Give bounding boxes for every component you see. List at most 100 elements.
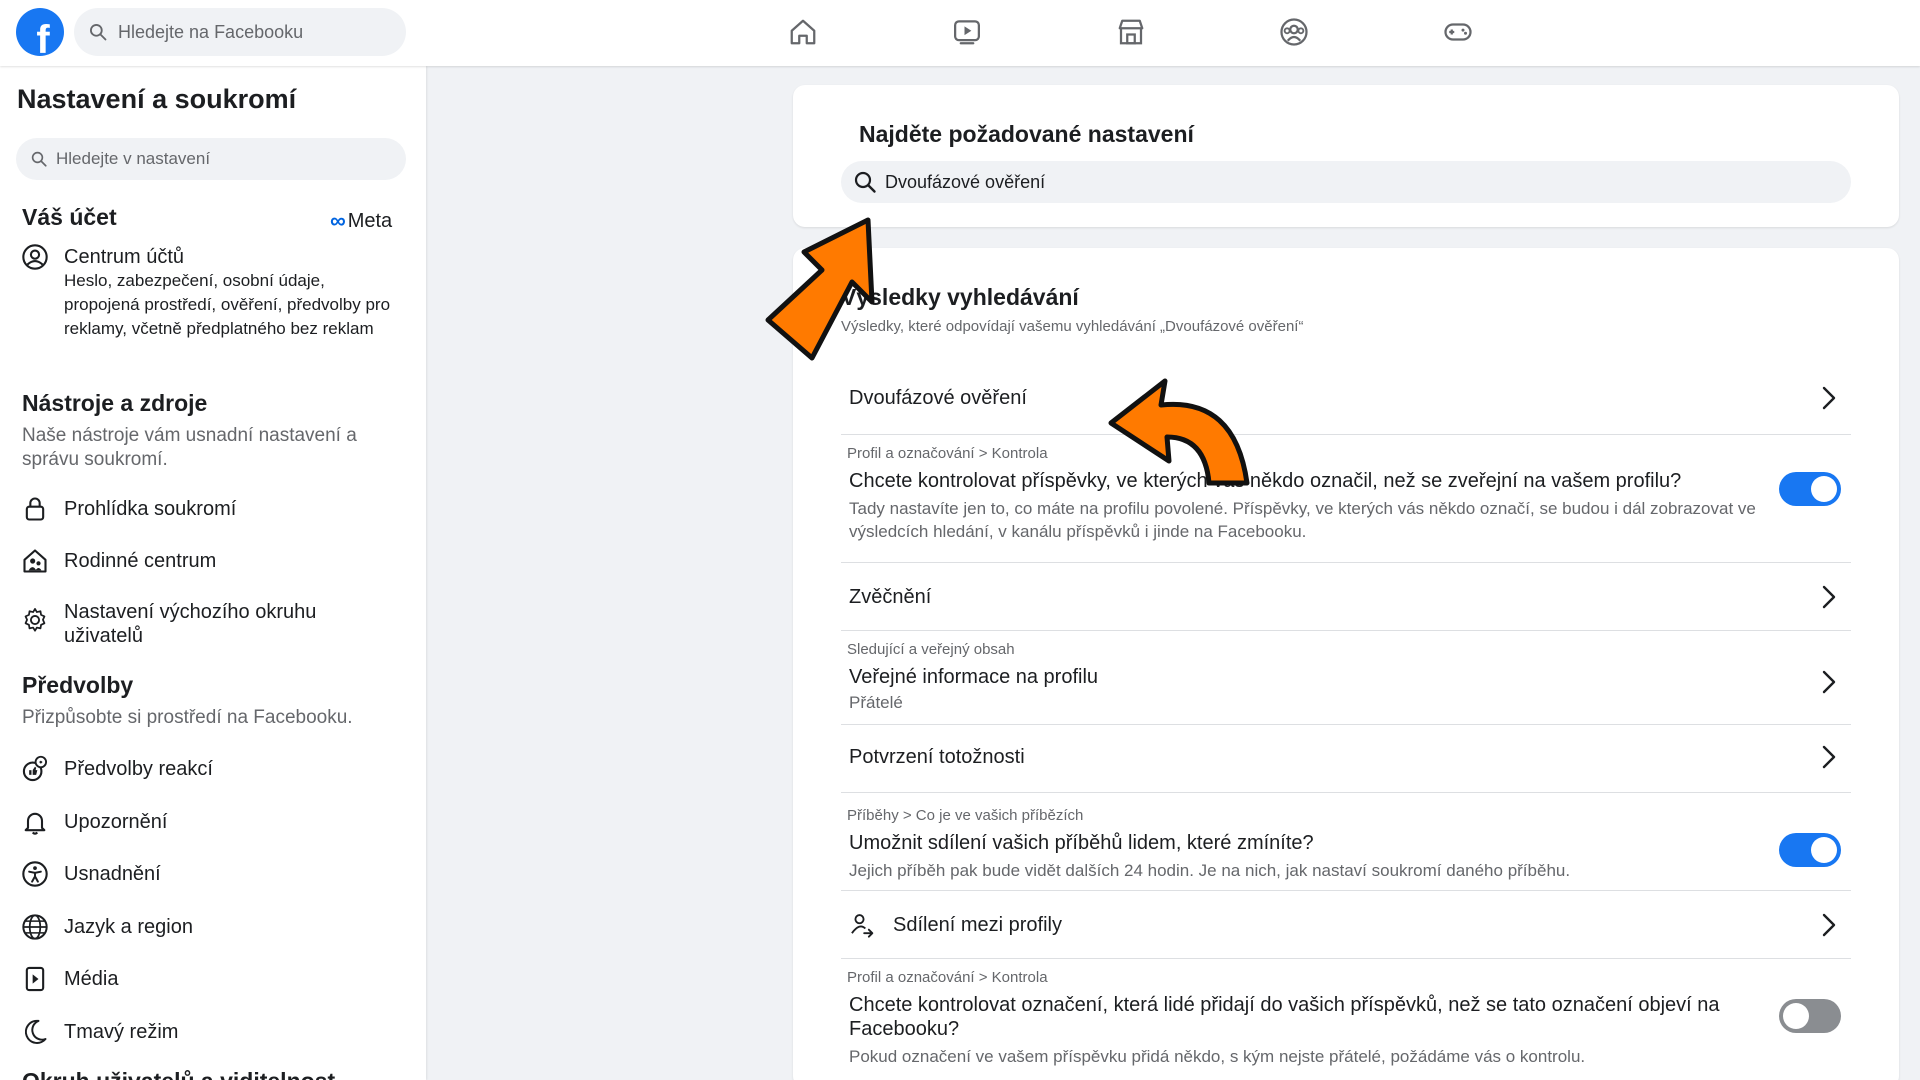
sidebar-item-default-audience[interactable]: Nastavení výchozího okruhu uživatelů [20,597,410,648]
result-row-public-profile-info[interactable]: Sledující a veřejný obsah Veřejné inform… [841,630,1851,724]
groups-icon [1280,18,1308,46]
story-sharing-toggle[interactable] [1779,833,1841,867]
result-title: Chcete kontrolovat označení, která lidé … [849,994,1720,1040]
home-icon [790,19,816,45]
gear-icon [24,608,46,632]
annotation-arrow-curved [1108,378,1250,486]
chevron-right-icon [1819,582,1839,612]
tools-description: Naše nástroje vám usnadní nastavení a sp… [22,425,357,470]
result-breadcrumb: Příběhy > Co je ve vašich příbězích [847,807,1084,824]
review-tags-toggle[interactable] [1779,999,1841,1033]
sidebar-title: Nastavení a soukromí [17,84,297,114]
nav-marketplace[interactable] [1113,14,1149,50]
result-row-review-tagged-posts[interactable]: Profil a označování > Kontrola Chcete ko… [841,434,1851,562]
profile-share-icon [851,914,874,938]
annotation-arrow-straight [765,217,875,361]
result-row-review-tags[interactable]: Profil a označování > Kontrola Chcete ko… [841,958,1851,1080]
find-setting-card: Najděte požadované nastavení Dvoufázové … [793,85,1899,227]
search-icon [854,171,876,193]
family-home-icon [23,549,47,573]
chevron-right-icon [1819,383,1839,413]
sidebar-item-label: Média [64,968,119,990]
settings-search-input[interactable]: Hledejte v nastavení [16,138,406,180]
video-icon [954,20,980,45]
find-setting-input[interactable]: Dvoufázové ověření [841,161,1851,203]
search-placeholder: Hledejte na Facebooku [118,21,304,42]
sidebar-item-label: Předvolby reakcí [64,758,213,780]
sidebar-item-label: Usnadnění [64,863,161,885]
result-row-memorialization[interactable]: Zvěčnění [841,562,1851,630]
preferences-heading: Předvolby [22,672,134,698]
nav-groups[interactable] [1276,14,1312,50]
result-breadcrumb: Sledující a veřejný obsah [847,641,1015,658]
facebook-search-input[interactable]: Hledejte na Facebooku [74,8,406,56]
result-title: Umožnit sdílení vašich příběhů lidem, kt… [849,832,1314,854]
sidebar-item-notifications[interactable]: Upozornění [20,807,410,837]
nav-home[interactable] [785,14,821,50]
result-row-story-sharing[interactable]: Příběhy > Co je ve vašich příbězích Umož… [841,792,1851,890]
account-heading: Váš účet [22,204,117,230]
accessibility-icon [22,861,48,887]
sidebar-item-language-region[interactable]: Jazyk a region [20,912,410,942]
sidebar-item-media[interactable]: Média [20,964,410,994]
chevron-right-icon [1819,742,1839,772]
sidebar-item-accounts-center[interactable]: Centrum účtů Heslo, zabezpečení, osobní … [20,242,410,341]
result-title: Sdílení mezi profily [893,914,1062,936]
chevron-right-icon [1819,667,1839,697]
sidebar-item-reaction-prefs[interactable]: Předvolby reakcí [20,754,410,784]
result-row-cross-profile-sharing[interactable]: Sdílení mezi profily [841,890,1851,958]
tools-heading: Nástroje a zdroje [22,390,208,416]
search-query: Dvoufázové ověření [885,171,1046,192]
sidebar-item-family-center[interactable]: Rodinné centrum [20,546,410,576]
moon-icon [24,1019,47,1044]
bell-icon [24,812,46,835]
chevron-right-icon [1819,910,1839,940]
result-title: Zvěčnění [849,586,932,608]
audience-heading: Okruh uživatelů a viditelnost [22,1068,335,1080]
sidebar-item-dark-mode[interactable]: Tmavý režim [20,1017,410,1047]
nav-gaming[interactable] [1440,14,1476,50]
user-circle-icon [22,244,48,270]
result-row-identity-confirmation[interactable]: Potvrzení totožnosti [841,724,1851,792]
settings-sidebar: Nastavení a soukromí Hledejte v nastaven… [0,66,426,1080]
review-tagged-posts-toggle[interactable] [1779,472,1841,506]
sidebar-item-label: Tmavý režim [64,1021,179,1043]
nav-video[interactable] [949,14,985,50]
result-title: Dvoufázové ověření [849,387,1027,409]
sidebar-item-privacy-checkup[interactable]: Prohlídka soukromí [20,494,410,524]
result-title: Veřejné informace na profilu [849,666,1099,688]
result-breadcrumb: Profil a označování > Kontrola [847,969,1048,986]
preferences-description: Přizpůsobte si prostředí na Facebooku. [22,707,353,728]
lock-icon [25,497,45,521]
meta-infinity-icon: ∞ [330,208,346,233]
marketplace-icon [1118,19,1144,45]
facebook-logo[interactable]: f [16,8,64,56]
results-subtitle: Výsledky, které odpovídají vašemu vyhled… [841,318,1304,335]
sidebar-item-label: Jazyk a region [64,916,193,938]
result-breadcrumb: Profil a označování > Kontrola [847,445,1048,462]
media-icon [25,966,45,992]
accounts-center-description: Heslo, zabezpečení, osobní údaje, propoj… [64,271,391,338]
result-description: Přátelé [849,693,903,712]
sidebar-item-label: Centrum účtů [64,246,185,268]
search-icon [31,151,47,167]
find-setting-title: Najděte požadované nastavení [859,121,1194,147]
result-title: Chcete kontrolovat příspěvky, ve kterých… [849,470,1682,492]
settings-search-placeholder: Hledejte v nastavení [56,149,211,168]
sidebar-item-label: Prohlídka soukromí [64,498,237,520]
sidebar-item-label: Nastavení výchozího okruhu uživatelů [64,601,317,647]
result-title: Potvrzení totožnosti [849,746,1025,768]
gaming-icon [1444,23,1472,41]
search-results-card: Výsledky vyhledávání Výsledky, které odp… [793,248,1899,1080]
result-description: Pokud označení ve vašem příspěvku přidá … [849,1047,1586,1066]
sidebar-item-accessibility[interactable]: Usnadnění [20,859,410,889]
result-description: Tady nastavíte jen to, co máte na profil… [849,499,1756,541]
search-icon [90,24,107,41]
sidebar-item-label: Rodinné centrum [64,550,217,572]
result-row-two-factor[interactable]: Dvoufázové ověření [841,362,1851,434]
result-description: Jejich příběh pak bude vidět dalších 24 … [849,861,1571,880]
globe-icon [22,914,48,940]
sidebar-item-label: Upozornění [64,811,168,833]
top-bar: f Hledejte na Facebooku [0,0,1920,66]
reactions-icon [22,755,48,782]
